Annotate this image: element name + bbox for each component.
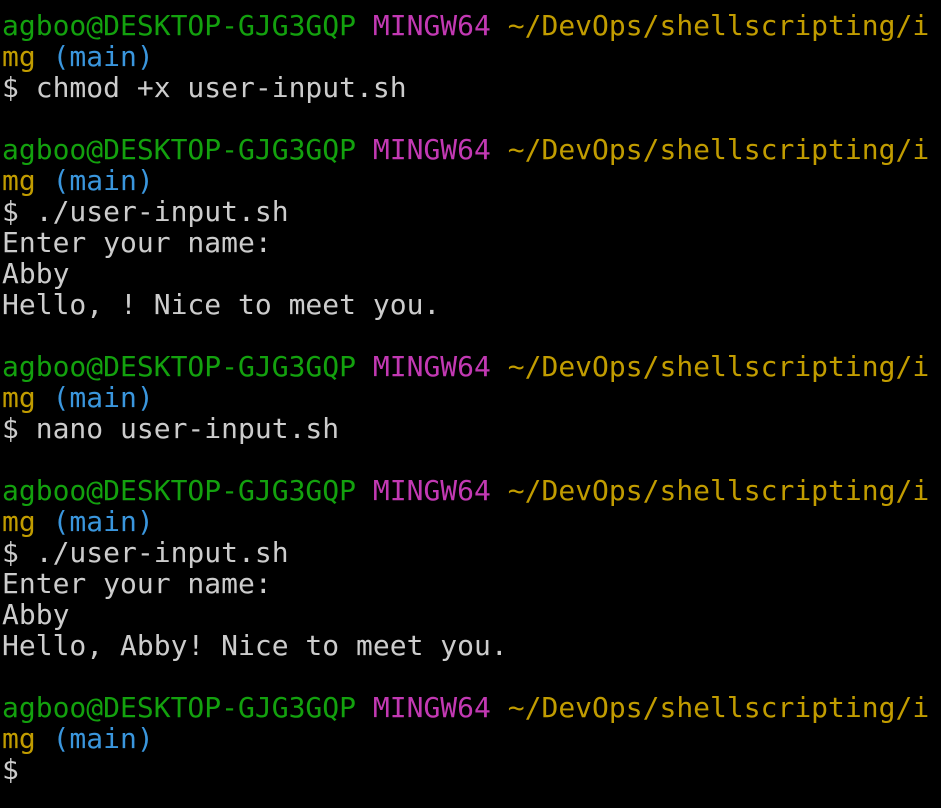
- prompt-system: MINGW64: [372, 351, 491, 382]
- output-line: Enter your name:: [2, 568, 272, 599]
- output-line: Abby: [2, 599, 70, 630]
- prompt-line-continued: mg (main): [2, 723, 941, 754]
- prompt-path-wrap: mg: [2, 165, 36, 196]
- prompt-line-continued: mg (main): [2, 506, 941, 537]
- prompt-system: MINGW64: [372, 134, 491, 165]
- prompt-line: agboo@DESKTOP-GJG3GQP MINGW64 ~/DevOps/s…: [2, 692, 941, 723]
- prompt-line-continued: mg (main): [2, 41, 941, 72]
- prompt-line-continued: mg (main): [2, 382, 941, 413]
- command-line: $ chmod +x user-input.sh: [2, 72, 407, 103]
- prompt-system: MINGW64: [372, 10, 491, 41]
- prompt-path-wrap: mg: [2, 723, 36, 754]
- prompt-user-host: agboo@DESKTOP-GJG3GQP: [2, 10, 357, 41]
- prompt-path-wrap: mg: [2, 382, 36, 413]
- prompt-branch: (main): [52, 723, 154, 754]
- output-line: Hello, Abby! Nice to meet you.: [2, 630, 508, 661]
- prompt-branch: (main): [52, 165, 154, 196]
- prompt-branch: (main): [52, 41, 154, 72]
- prompt-path: ~/DevOps/shellscripting/i: [507, 134, 930, 165]
- prompt-path-wrap: mg: [2, 506, 36, 537]
- command-input-line[interactable]: $: [2, 754, 941, 785]
- prompt-line-continued: mg (main): [2, 165, 941, 196]
- prompt-path-wrap: mg: [2, 41, 36, 72]
- prompt-user-host: agboo@DESKTOP-GJG3GQP: [2, 692, 357, 723]
- prompt-path: ~/DevOps/shellscripting/i: [507, 10, 930, 41]
- prompt-line: agboo@DESKTOP-GJG3GQP MINGW64 ~/DevOps/s…: [2, 351, 941, 382]
- prompt-user-host: agboo@DESKTOP-GJG3GQP: [2, 475, 357, 506]
- output-line: Abby: [2, 258, 70, 289]
- prompt-line: agboo@DESKTOP-GJG3GQP MINGW64 ~/DevOps/s…: [2, 134, 941, 165]
- prompt-path: ~/DevOps/shellscripting/i: [507, 475, 930, 506]
- command-line: $ ./user-input.sh: [2, 537, 289, 568]
- prompt-path: ~/DevOps/shellscripting/i: [507, 692, 930, 723]
- prompt-path: ~/DevOps/shellscripting/i: [507, 351, 930, 382]
- command-line: $ nano user-input.sh: [2, 413, 340, 444]
- prompt-branch: (main): [52, 382, 154, 413]
- prompt-line: agboo@DESKTOP-GJG3GQP MINGW64 ~/DevOps/s…: [2, 10, 941, 41]
- output-line: Enter your name:: [2, 227, 272, 258]
- terminal-window[interactable]: agboo@DESKTOP-GJG3GQP MINGW64 ~/DevOps/s…: [0, 0, 941, 808]
- command-line: $ ./user-input.sh: [2, 196, 289, 227]
- prompt-system: MINGW64: [372, 692, 491, 723]
- prompt-branch: (main): [52, 506, 154, 537]
- prompt-user-host: agboo@DESKTOP-GJG3GQP: [2, 351, 357, 382]
- prompt-user-host: agboo@DESKTOP-GJG3GQP: [2, 134, 357, 165]
- prompt-system: MINGW64: [372, 475, 491, 506]
- output-line: Hello, ! Nice to meet you.: [2, 289, 441, 320]
- prompt-line: agboo@DESKTOP-GJG3GQP MINGW64 ~/DevOps/s…: [2, 475, 941, 506]
